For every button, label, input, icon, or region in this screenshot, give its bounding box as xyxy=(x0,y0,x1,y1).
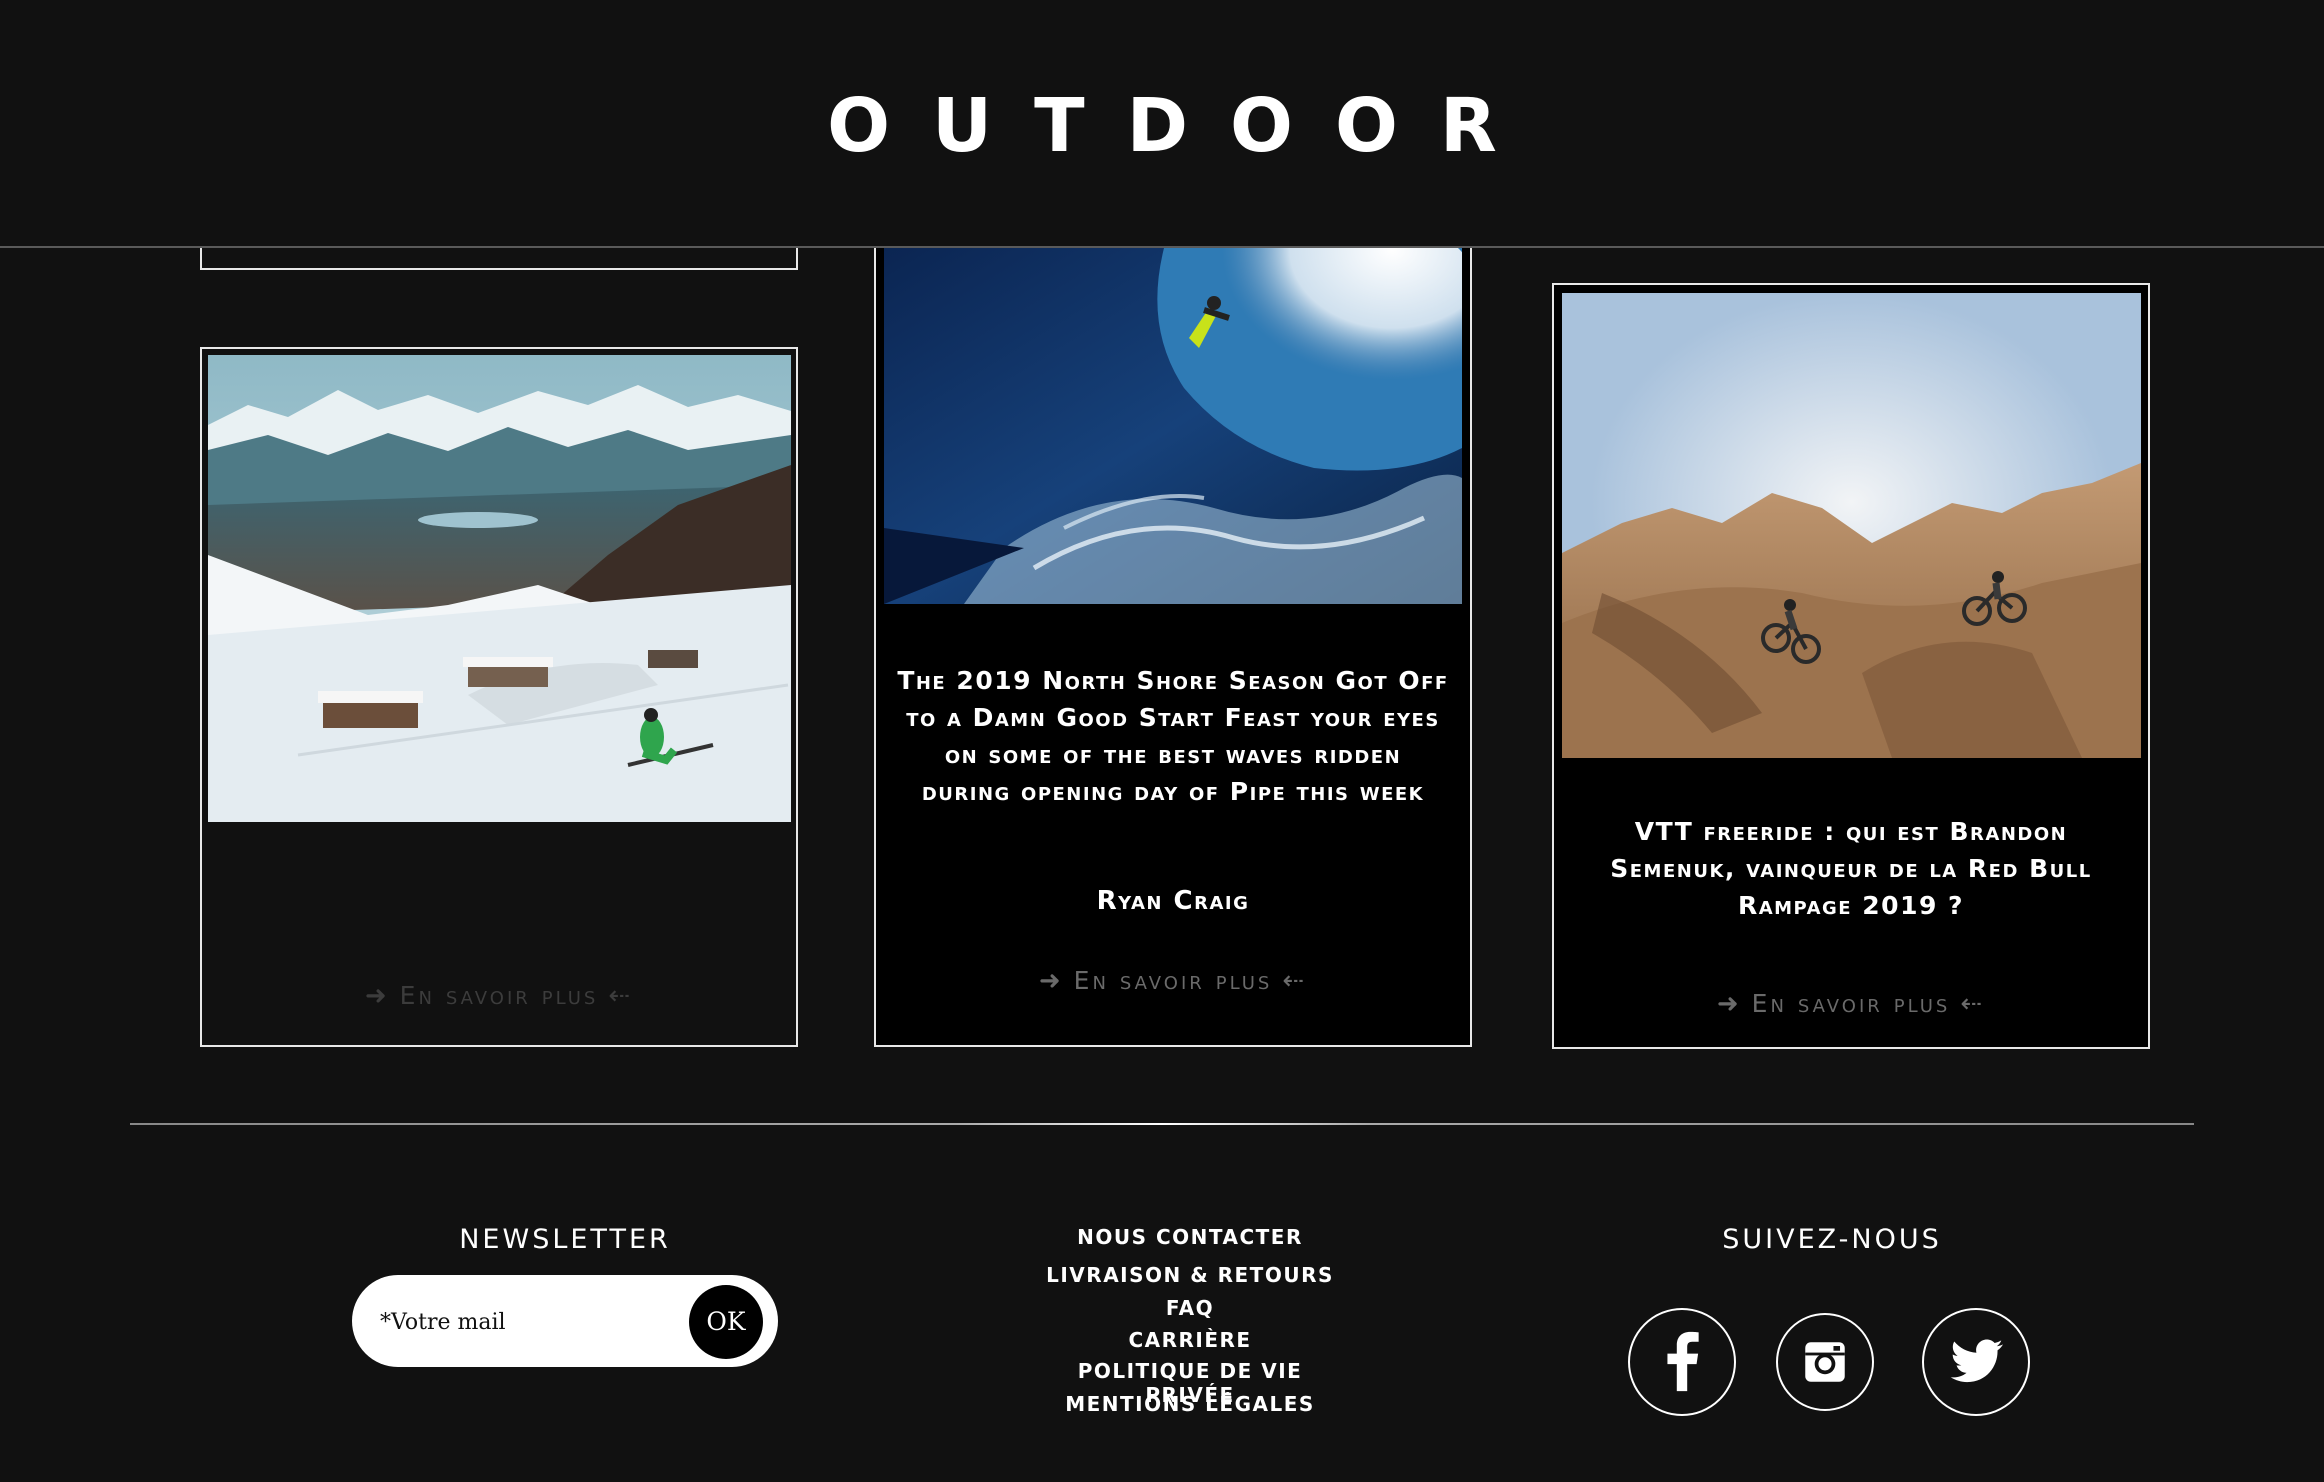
twitter-icon[interactable] xyxy=(1922,1308,2030,1416)
link-privacy[interactable]: POLITIQUE DE VIE PRIVÉE xyxy=(1040,1359,1340,1407)
site-header: OUTDOOR xyxy=(0,0,2324,246)
arrow-left-icon: ⇠ xyxy=(1282,966,1308,996)
article-title[interactable]: VTT freeride : qui est Brandon Semenuk, … xyxy=(1574,813,2128,924)
article-card-vtt[interactable]: VTT freeride : qui est Brandon Semenuk, … xyxy=(1552,283,2150,1049)
arrow-right-icon: ➜ xyxy=(1038,966,1064,996)
newsletter-form: OK xyxy=(352,1275,778,1367)
article-card-ski[interactable]: ➜ En savoir plus ⇠ xyxy=(200,347,798,1047)
arrow-left-icon: ⇠ xyxy=(608,981,634,1011)
instagram-icon[interactable] xyxy=(1776,1313,1874,1411)
read-more-link[interactable]: ➜ En savoir plus ⇠ xyxy=(1554,989,2148,1019)
newsletter-heading: NEWSLETTER xyxy=(459,1224,671,1255)
link-contact[interactable]: NOUS CONTACTER xyxy=(1040,1225,1340,1263)
read-more-label: En savoir plus xyxy=(1751,989,1951,1018)
surfer-wave-image xyxy=(884,248,1462,604)
read-more-link[interactable]: ➜ En savoir plus ⇠ xyxy=(876,966,1470,996)
footer-divider xyxy=(130,1123,2194,1125)
header-divider xyxy=(0,246,2324,248)
site-logo[interactable]: OUTDOOR xyxy=(0,82,2324,170)
article-card-surf[interactable]: The 2019 North Shore Season Got Off to a… xyxy=(874,180,1472,1047)
social-heading: SUIVEZ-NOUS xyxy=(1722,1224,1942,1255)
mountain-bike-desert-image xyxy=(1562,293,2141,758)
link-faq[interactable]: FAQ xyxy=(1040,1296,1340,1328)
footer-links: NOUS CONTACTER LIVRAISON & RETOURS FAQ C… xyxy=(1040,1225,1340,1424)
link-legal[interactable]: MENTIONS LÉGALES xyxy=(1040,1392,1340,1424)
read-more-label: En savoir plus xyxy=(1073,966,1273,995)
link-careers[interactable]: CARRIÈRE xyxy=(1040,1328,1340,1359)
facebook-icon[interactable] xyxy=(1628,1308,1736,1416)
arrow-right-icon: ➜ xyxy=(1716,989,1742,1019)
newsletter-email-input[interactable] xyxy=(378,1299,682,1345)
arrow-left-icon: ⇠ xyxy=(1960,989,1986,1019)
article-title[interactable]: The 2019 North Shore Season Got Off to a… xyxy=(896,662,1450,810)
article-author: Ryan Craig xyxy=(1096,886,1250,916)
newsletter-submit-button[interactable]: OK xyxy=(689,1285,763,1359)
link-shipping-returns[interactable]: LIVRAISON & RETOURS xyxy=(1040,1263,1340,1296)
read-more-label: En savoir plus xyxy=(399,981,599,1010)
read-more-link[interactable]: ➜ En savoir plus ⇠ xyxy=(202,981,796,1011)
arrow-right-icon: ➜ xyxy=(364,981,390,1011)
ski-slope-mountain-image xyxy=(208,355,791,822)
